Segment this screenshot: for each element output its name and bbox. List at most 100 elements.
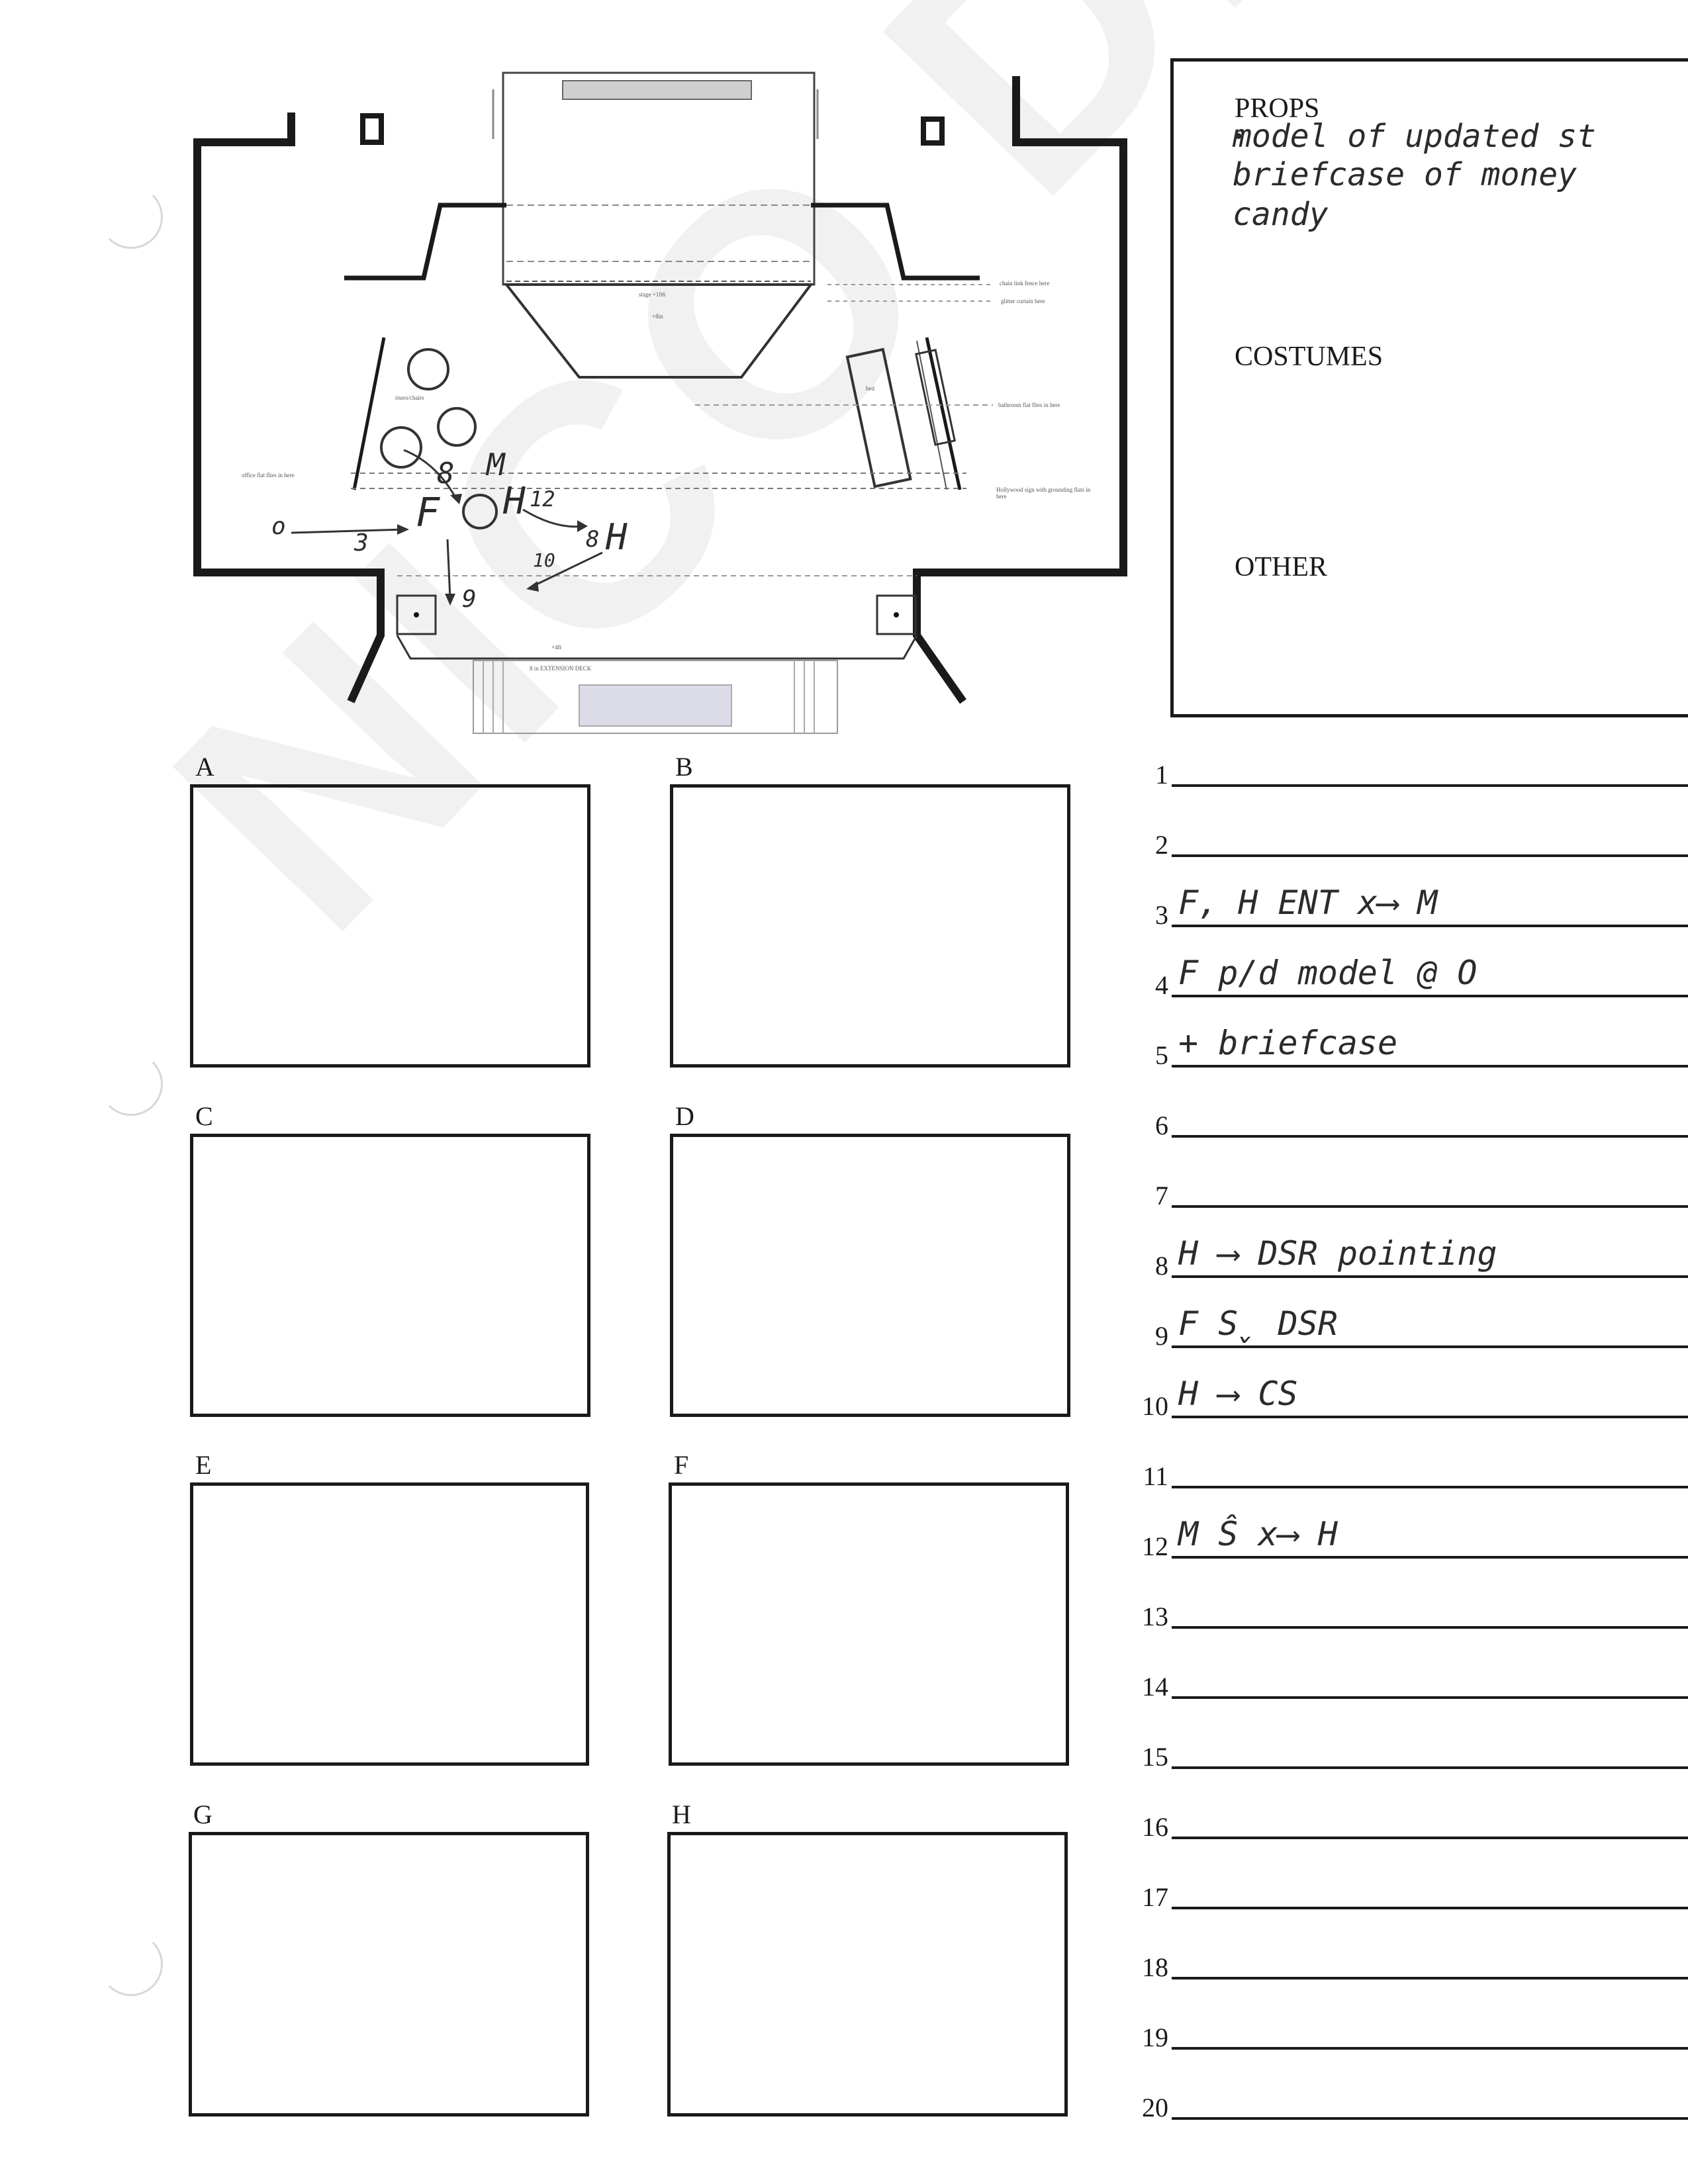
- label-extension-deck: 8 in EXTENSION DECK: [530, 665, 592, 672]
- binder-hole-bottom: [99, 1933, 163, 1996]
- cue-line-rule: [1172, 1486, 1688, 1488]
- cue-line-rule: [1172, 1065, 1688, 1068]
- cue-line-text[interactable]: M Ŝ x⟶ H: [1178, 1515, 1338, 1553]
- line-number: 4: [1155, 970, 1168, 1000]
- stage-wall: [913, 76, 1127, 704]
- bed: [845, 347, 912, 488]
- line-number: 5: [1155, 1040, 1168, 1070]
- blocking-M: M: [487, 447, 505, 482]
- label-hollywood: Hollywood sign with grounding flats in h…: [996, 486, 1091, 500]
- cue-line-text[interactable]: F, H ENT x⟶ M: [1178, 884, 1437, 922]
- cue-line-rule: [1172, 1837, 1688, 1839]
- label-risers: risers/chairs: [395, 394, 424, 401]
- line-number: 9: [1155, 1321, 1168, 1351]
- line-number: 10: [1142, 1391, 1168, 1421]
- line-number: 13: [1142, 1602, 1168, 1631]
- cue-line-rule: [1172, 1345, 1688, 1348]
- upstage-platform: [502, 71, 816, 286]
- props-item: candy: [1233, 196, 1329, 233]
- frame-label: G: [193, 1799, 212, 1829]
- blocking-arrow-9: 9: [462, 586, 477, 613]
- cue-line-rule: [1172, 1135, 1688, 1138]
- cue-line-rule: [1172, 995, 1688, 997]
- frame-label: F: [674, 1450, 689, 1480]
- bullet: •: [1233, 126, 1245, 149]
- storyboard-frame-g[interactable]: [189, 1832, 589, 2116]
- line-number: 2: [1155, 830, 1168, 860]
- label-bed: bed: [866, 385, 874, 392]
- frame-label: H: [672, 1799, 691, 1829]
- line-number: 18: [1142, 1952, 1168, 1982]
- cue-line-rule: [1172, 784, 1688, 787]
- cue-line-rule: [1172, 1275, 1688, 1278]
- line-number: 20: [1142, 2093, 1168, 2122]
- line-number: 19: [1142, 2023, 1168, 2052]
- stage-plan: [193, 71, 1127, 734]
- label-office-flat: office flat flies in here: [242, 472, 295, 478]
- line-number: 16: [1142, 1812, 1168, 1842]
- blocking-F: F: [416, 490, 440, 536]
- cue-line-text[interactable]: F S̬ DSR: [1178, 1304, 1338, 1343]
- cue-line-rule: [1172, 1626, 1688, 1629]
- label-plus-4ft: +4ft: [551, 644, 562, 651]
- cue-line-rule: [1172, 1205, 1688, 1208]
- cue-line-text[interactable]: F p/d model @ O: [1178, 954, 1477, 992]
- storyboard-frame-d[interactable]: [670, 1134, 1070, 1417]
- cue-line-text[interactable]: H ⟶ DSR pointing: [1178, 1234, 1497, 1273]
- line-number: 17: [1142, 1882, 1168, 1912]
- storyboard-frame-b[interactable]: [670, 784, 1070, 1068]
- costumes-title: COSTUMES: [1235, 341, 1383, 372]
- cue-line-text[interactable]: + briefcase: [1178, 1024, 1397, 1062]
- post: [921, 116, 945, 146]
- label-chain-link: chain link fence here: [1000, 280, 1050, 287]
- cue-line-rule: [1172, 2047, 1688, 2050]
- blocking-arrow-10: 10: [533, 549, 555, 571]
- line-number: 11: [1143, 1461, 1168, 1491]
- line-number: 14: [1142, 1672, 1168, 1702]
- blocking-H-dsr: H: [606, 516, 628, 558]
- frame-label: C: [195, 1101, 213, 1131]
- blocking-o-start: o: [271, 513, 286, 540]
- storyboard-frame-c[interactable]: [190, 1134, 590, 1417]
- line-number: 3: [1155, 900, 1168, 930]
- blocking-arrow-3: 3: [354, 529, 369, 557]
- post: [360, 113, 384, 145]
- cue-line-rule: [1172, 925, 1688, 927]
- cue-line-rule: [1172, 1907, 1688, 1909]
- stage-thrust: [503, 283, 814, 379]
- line-number: 15: [1142, 1742, 1168, 1772]
- blocking-8: 8: [437, 457, 455, 490]
- cue-line-rule: [1172, 1766, 1688, 1769]
- label-plus-8in: +8in: [652, 313, 663, 320]
- line-number: 8: [1155, 1251, 1168, 1281]
- line-number: 1: [1155, 760, 1168, 790]
- cue-line-rule: [1172, 1696, 1688, 1699]
- blocking-arrow-12: 12: [530, 486, 555, 512]
- props-item: model of updated st: [1233, 118, 1597, 155]
- storyboard-frame-h[interactable]: [667, 1832, 1068, 2116]
- cue-line-rule: [1172, 1556, 1688, 1559]
- cue-line-rule: [1172, 1977, 1688, 1979]
- blocking-arrow-8: 8: [586, 526, 600, 553]
- stage-wall: [193, 113, 385, 704]
- label-glitter-curtain: glitter curtain here: [1001, 298, 1045, 304]
- storyboard-frame-a[interactable]: [190, 784, 590, 1068]
- line-number: 6: [1155, 1111, 1168, 1140]
- extension-deck: [579, 684, 732, 727]
- frame-label: A: [195, 752, 214, 782]
- frame-label: D: [675, 1101, 694, 1131]
- storyboard-frame-e[interactable]: [190, 1482, 589, 1766]
- frame-label: E: [195, 1450, 212, 1480]
- cue-line-rule: [1172, 854, 1688, 857]
- label-bathroom-flat: bathroom flat flies in here: [998, 402, 1060, 408]
- cue-line-text[interactable]: H ⟶ CS: [1178, 1375, 1298, 1413]
- binder-hole-middle: [99, 1052, 163, 1116]
- cue-line-rule: [1172, 2117, 1688, 2120]
- cue-line-rule: [1172, 1416, 1688, 1418]
- line-number: 7: [1155, 1181, 1168, 1210]
- other-title: OTHER: [1235, 552, 1327, 582]
- label-stage: stage +1ft6: [639, 291, 666, 298]
- storyboard-frame-f[interactable]: [669, 1482, 1069, 1766]
- frame-label: B: [675, 752, 693, 782]
- line-number: 12: [1142, 1531, 1168, 1561]
